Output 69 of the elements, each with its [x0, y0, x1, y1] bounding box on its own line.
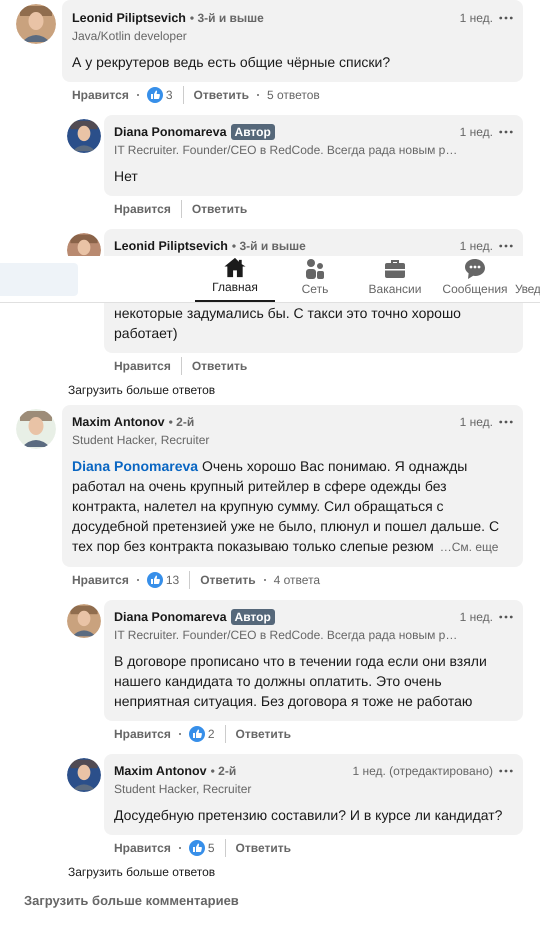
like-link[interactable]: Нравится: [72, 573, 129, 587]
replies-count-link[interactable]: 4 ответа: [274, 573, 320, 587]
thumbs-up-icon: [188, 840, 205, 856]
like-link[interactable]: Нравится: [114, 727, 171, 741]
author-badge: Автор: [230, 124, 275, 140]
load-more-comments-link[interactable]: Загрузить больше комментариев: [24, 893, 540, 908]
like-link[interactable]: Нравится: [114, 202, 171, 216]
nav-tab[interactable]: Вакансии: [355, 256, 435, 302]
more-icon[interactable]: [499, 130, 513, 134]
connection-degree: • 3-й и выше: [190, 11, 264, 25]
comment-text: Досудебную претензию составили? И в курсе ли кандидат?: [114, 806, 504, 825]
more-icon[interactable]: [499, 244, 513, 248]
nav-tab[interactable]: Сообщения: [435, 256, 515, 302]
comment-text: некоторые задумались бы. С такси это точно хорошо работает): [114, 304, 462, 343]
like-link[interactable]: Нравится: [114, 841, 171, 855]
author-name[interactable]: Leonid Piliptsevich: [72, 11, 186, 25]
mention-link[interactable]: Diana Ponomareva: [72, 458, 198, 474]
like-link[interactable]: Нравится: [72, 88, 129, 102]
reply-link[interactable]: Ответить: [200, 573, 256, 587]
comment-time: 1 нед.: [460, 610, 493, 624]
author-name[interactable]: Maxim Antonov: [72, 415, 165, 429]
author-name[interactable]: Diana Ponomareva: [114, 125, 227, 139]
reply-link[interactable]: Ответить: [192, 202, 248, 216]
replies-count-link[interactable]: 5 ответов: [266, 88, 320, 102]
people-icon: [303, 257, 327, 281]
load-more-replies-link[interactable]: Загрузить больше ответов: [68, 383, 523, 397]
like-count: 13: [166, 573, 180, 587]
reply-link[interactable]: Ответить: [236, 841, 291, 855]
comment-time: 1 нед.: [460, 239, 493, 253]
connection-degree: • 3-й и выше: [232, 239, 306, 253]
author-name[interactable]: Maxim Antonov: [114, 764, 207, 778]
comment-text: Нет: [114, 167, 139, 186]
author-badge: Автор: [230, 609, 275, 625]
more-icon[interactable]: [499, 769, 513, 773]
home-icon: [223, 256, 247, 279]
reply-link[interactable]: Ответить: [192, 359, 248, 373]
see-more-link[interactable]: …См. еще: [440, 540, 498, 554]
like-count: 3: [166, 88, 173, 102]
comment-time: 1 нед. (отредактировано): [352, 764, 493, 778]
nav-tab[interactable]: Главная: [195, 256, 275, 302]
more-icon[interactable]: [499, 16, 513, 20]
connection-degree: • 2-й: [168, 415, 194, 429]
comment-time: 1 нед.: [460, 125, 493, 139]
like-count: 2: [208, 727, 215, 741]
author-name[interactable]: Leonid Piliptsevich: [114, 239, 228, 253]
load-more-replies-link[interactable]: Загрузить больше ответов: [68, 865, 523, 879]
author-headline: Student Hacker, Recruiter: [114, 781, 252, 798]
comment-text: Diana Ponomareva Очень хорошо Вас понимаю. Я однажды работал на очень крупный ритейлер в сфере одежды без контракта, налетел на крупную сумму. Сил обращаться с досудебной претензией уже не было, плюнул и пошел дальше. С тех пор без контракта показываю только слепые резюм …См. еще: [72, 457, 500, 556]
connection-degree: • 2-й: [210, 764, 236, 778]
thumbs-up-icon: [146, 87, 163, 103]
more-icon[interactable]: [499, 615, 513, 619]
reply-link[interactable]: Ответить: [236, 727, 291, 741]
reply-link[interactable]: Ответить: [194, 88, 249, 102]
comment-text: А у рекрутеров ведь есть общие чёрные списки?: [72, 53, 392, 72]
author-headline: Student Hacker, Recruiter: [72, 432, 210, 449]
comment-text: В договоре прописано что в течении года если они взяли нашего кандидата то должны оплатить. Это очень неприятная ситуация. Без договора я тоже не работаю: [114, 652, 488, 711]
thumbs-up-icon: [146, 572, 163, 588]
thumbs-up-icon: [188, 726, 205, 742]
comment-time: 1 нед.: [460, 11, 493, 25]
like-count: 5: [208, 841, 215, 855]
author-headline: IT Recruiter. Founder/CEO в RedCode. Всегда рада новым р…: [114, 627, 458, 644]
nav-tab[interactable]: Сеть: [275, 256, 355, 302]
author-headline: Java/Kotlin developer: [72, 28, 188, 45]
more-icon[interactable]: [499, 420, 513, 424]
comment-time: 1 нед.: [460, 415, 493, 429]
nav-tab[interactable]: Увед: [515, 256, 540, 302]
author-name[interactable]: Diana Ponomareva: [114, 610, 227, 624]
like-link[interactable]: Нравится: [114, 359, 171, 373]
author-headline: IT Recruiter. Founder/CEO в RedCode. Всегда рада новым р…: [114, 142, 458, 159]
